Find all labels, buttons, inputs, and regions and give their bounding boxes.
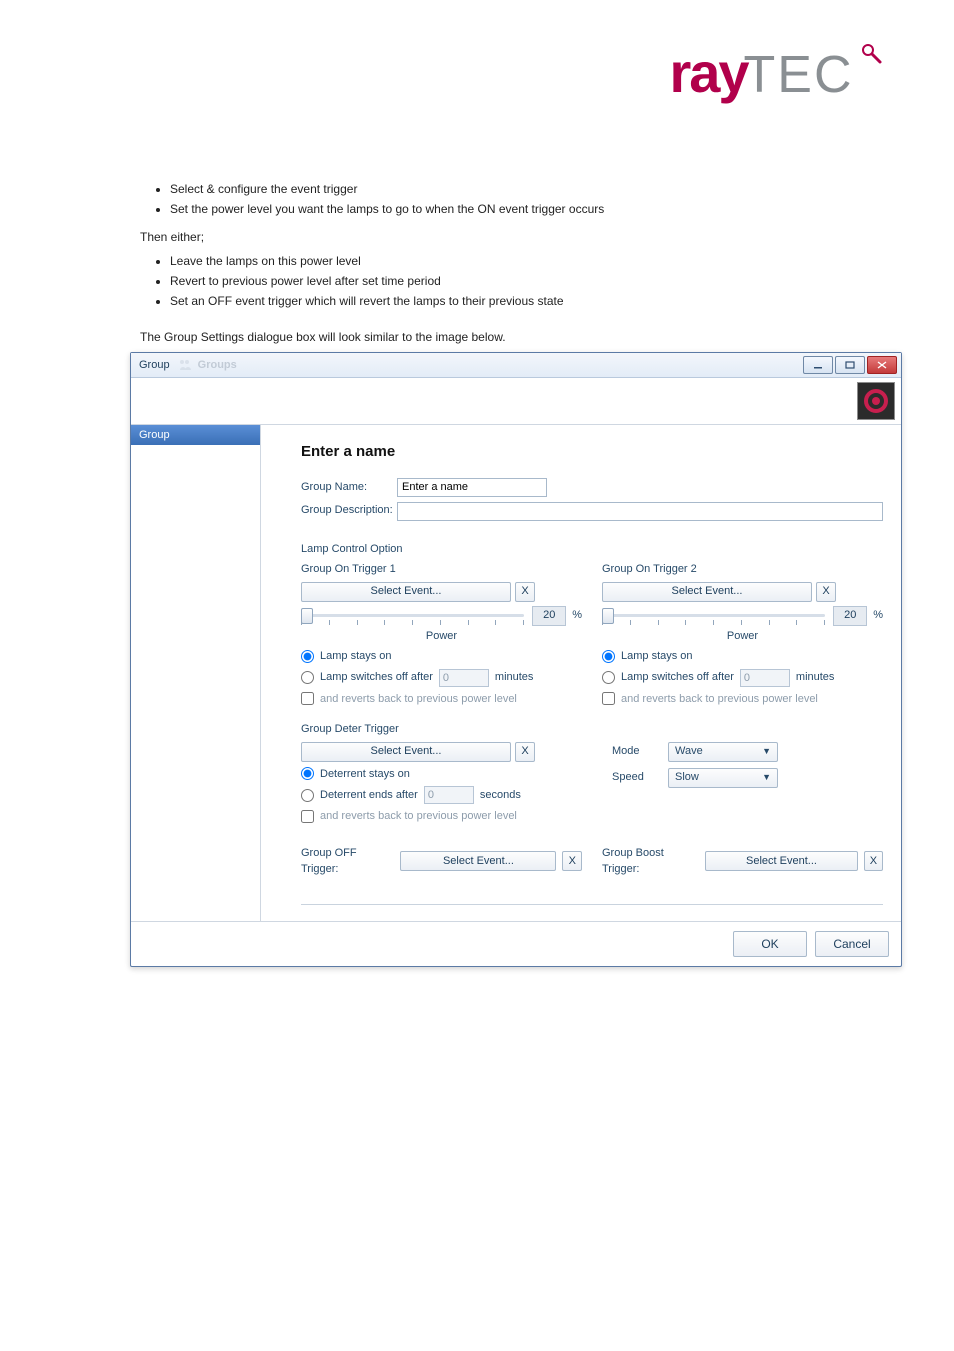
speed-select[interactable]: Slow ▼ — [668, 768, 778, 788]
deter-ends-radio[interactable] — [301, 789, 314, 802]
deter-revert-label: and reverts back to previous power level — [320, 808, 517, 825]
trigger2-lamp-off-label: Lamp switches off after — [621, 669, 734, 686]
sidebar-header: Group — [131, 425, 260, 445]
deter-stays-label: Deterrent stays on — [320, 766, 410, 783]
group-desc-label: Group Description: — [301, 502, 397, 519]
window-minimize-button[interactable] — [803, 356, 833, 374]
cancel-button[interactable]: Cancel — [815, 931, 889, 957]
deter-ends-label: Deterrent ends after — [320, 787, 418, 804]
speed-selected: Slow — [675, 769, 699, 786]
speed-label: Speed — [612, 769, 662, 786]
trigger2-power-value: 20 — [833, 606, 867, 626]
logo-mark — [862, 44, 884, 66]
window-subtitle-text: Groups — [198, 359, 237, 371]
deter-stays-radio[interactable] — [301, 767, 314, 780]
bullet-b-0: Leave the lamps on this power level — [170, 252, 884, 270]
trigger2-revert-label: and reverts back to previous power level — [621, 691, 818, 708]
window-maximize-button[interactable] — [835, 356, 865, 374]
trigger1-lamp-off-radio[interactable] — [301, 671, 314, 684]
mode-selected: Wave — [675, 743, 703, 760]
deter-seconds-unit: seconds — [480, 787, 521, 804]
bullet-a-0: Select & configure the event trigger — [170, 180, 884, 198]
group-settings-dialog: Group Groups — [130, 352, 902, 967]
lamp-control-label: Lamp Control Option — [301, 541, 883, 558]
trigger2-minutes-input[interactable] — [740, 669, 790, 687]
trigger2-revert-check[interactable] — [602, 692, 615, 705]
bullet-b-1: Revert to previous power level after set… — [170, 272, 884, 290]
window-close-button[interactable] — [867, 356, 897, 374]
trigger1-minutes-unit: minutes — [495, 669, 534, 686]
ok-button[interactable]: OK — [733, 931, 807, 957]
group-off-label: Group OFF Trigger: — [301, 845, 394, 878]
trigger1-power-slider[interactable] — [301, 614, 524, 617]
trigger2-minutes-unit: minutes — [796, 669, 835, 686]
window-titlebar: Group Groups — [131, 353, 901, 378]
trigger2-power-unit: % — [873, 607, 883, 624]
trigger2-select-event-button[interactable]: Select Event... — [602, 582, 812, 602]
mode-select[interactable]: Wave ▼ — [668, 742, 778, 762]
trigger2-lamp-stays-radio[interactable] — [602, 650, 615, 663]
group-desc-input[interactable] — [397, 502, 883, 521]
trigger1-clear-button[interactable]: X — [515, 582, 535, 602]
trigger2-power-slider[interactable] — [602, 614, 825, 617]
trigger1-minutes-input[interactable] — [439, 669, 489, 687]
raytec-logo: rayTEC — [669, 40, 884, 105]
group-name-label: Group Name: — [301, 479, 397, 496]
group-boost-clear-button[interactable]: X — [864, 851, 883, 871]
deter-revert-check[interactable] — [301, 810, 314, 823]
bullet-a-1: Set the power level you want the lamps t… — [170, 200, 884, 218]
divider — [301, 904, 883, 905]
group-off-select-event-button[interactable]: Select Event... — [400, 851, 556, 871]
mode-label: Mode — [612, 743, 662, 760]
trigger2-lamp-off-radio[interactable] — [602, 671, 615, 684]
chevron-down-icon: ▼ — [762, 771, 771, 785]
trigger2-lamp-stays-label: Lamp stays on — [621, 648, 693, 665]
trigger1-select-event-button[interactable]: Select Event... — [301, 582, 511, 602]
group-boost-label: Group Boost Trigger: — [602, 845, 699, 878]
group-deter-label: Group Deter Trigger — [301, 721, 883, 738]
group-boost-select-event-button[interactable]: Select Event... — [705, 851, 858, 871]
group-off-clear-button[interactable]: X — [562, 851, 582, 871]
group-name-input[interactable] — [397, 478, 547, 497]
window-title: Group — [139, 357, 170, 374]
trigger1-label: Group On Trigger 1 — [301, 561, 582, 578]
bullet-b-2: Set an OFF event trigger which will reve… — [170, 292, 884, 310]
trigger2-label: Group On Trigger 2 — [602, 561, 883, 578]
trigger2-power-axis: Power — [602, 628, 883, 645]
trigger1-power-axis: Power — [301, 628, 582, 645]
window-topstrip — [131, 378, 901, 425]
deter-clear-button[interactable]: X — [515, 742, 535, 762]
logo-tec-text: TEC — [744, 46, 854, 104]
trigger1-power-unit: % — [572, 607, 582, 624]
paragraph-then-either: Then either; — [140, 228, 884, 246]
trigger1-power-value: 20 — [532, 606, 566, 626]
deter-seconds-input[interactable] — [424, 786, 474, 804]
panel-title: Enter a name — [301, 441, 883, 464]
trigger1-revert-check[interactable] — [301, 692, 314, 705]
window-subtitle: Groups — [178, 357, 237, 374]
caption-text: The Group Settings dialogue box will loo… — [140, 328, 884, 346]
chevron-down-icon: ▼ — [762, 745, 771, 759]
trigger1-lamp-stays-label: Lamp stays on — [320, 648, 392, 665]
trigger1-lamp-off-label: Lamp switches off after — [320, 669, 433, 686]
trigger2-clear-button[interactable]: X — [816, 582, 836, 602]
trigger1-revert-label: and reverts back to previous power level — [320, 691, 517, 708]
group-preview-thumb — [857, 382, 895, 420]
trigger1-lamp-stays-radio[interactable] — [301, 650, 314, 663]
deter-select-event-button[interactable]: Select Event... — [301, 742, 511, 762]
logo-ray-text: ray — [669, 41, 747, 104]
